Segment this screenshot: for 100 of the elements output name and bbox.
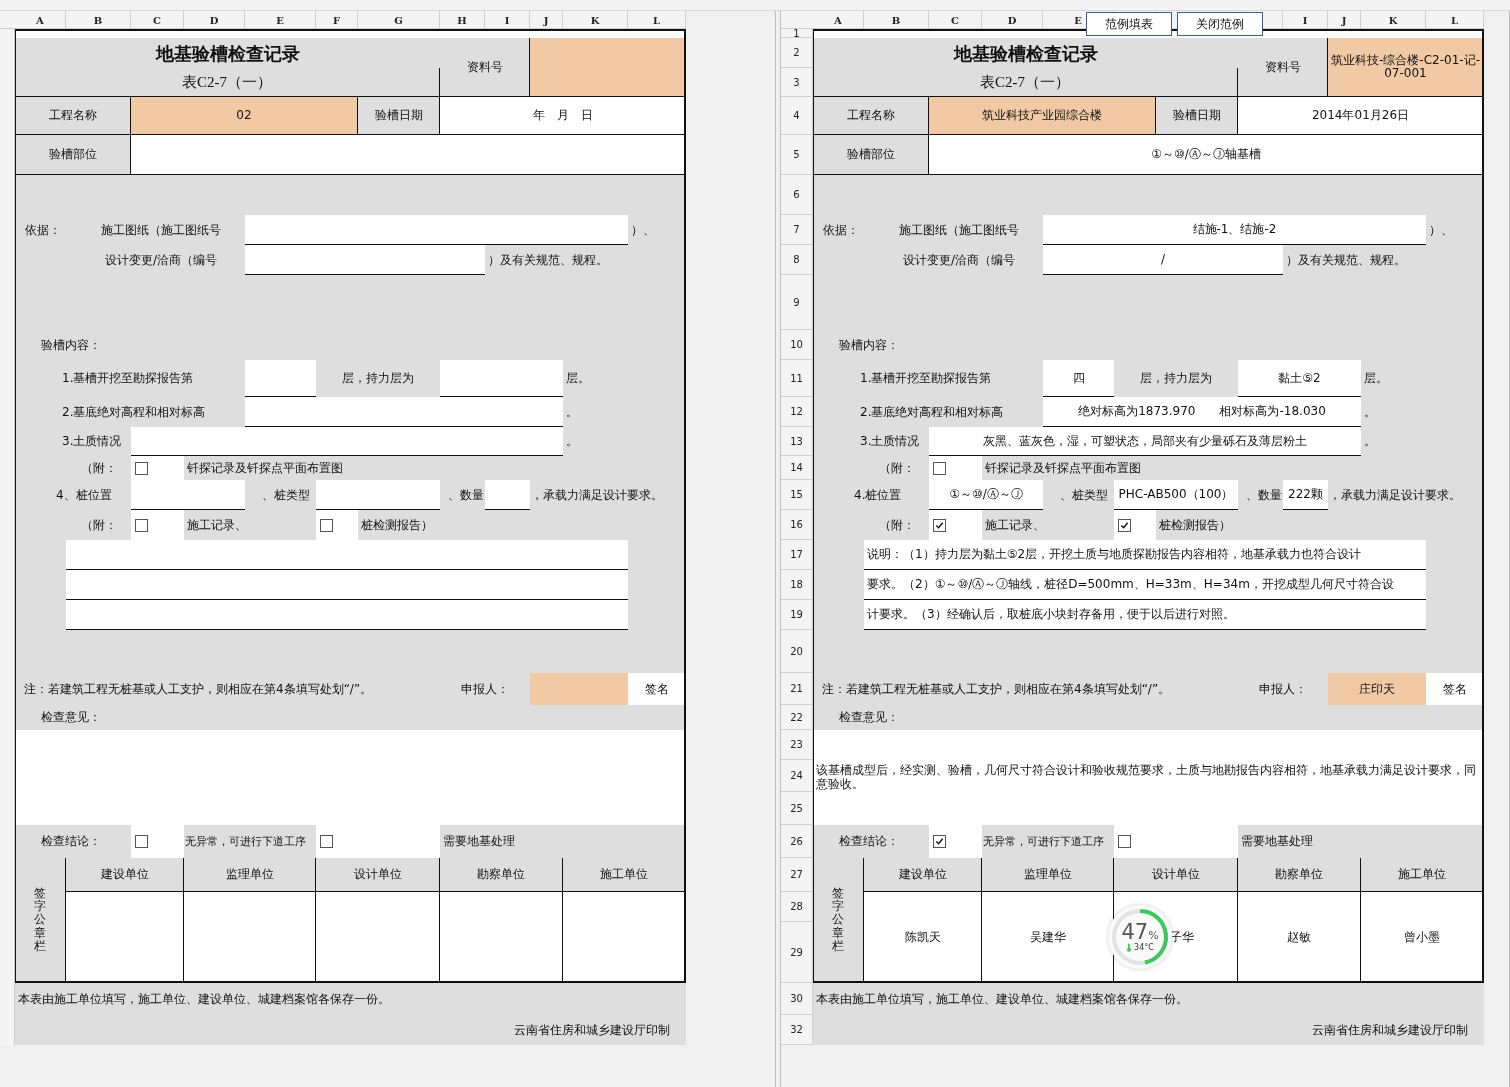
column-heading: 监理单位 <box>982 858 1114 892</box>
form-code: 表C2-7（一） <box>813 68 1238 97</box>
column-header[interactable]: D <box>209 14 219 26</box>
column-heading: 设计单位 <box>316 858 440 892</box>
row-header[interactable]: 27 <box>781 858 813 892</box>
opinion-text: 该基槽成型后，经实测、验槽，几何尺寸符合设计和验收规范要求，土质与地勘报告内容相符，地基承载力满足设计要求，同意验收。 <box>813 730 1484 825</box>
column-header[interactable]: C <box>951 14 959 26</box>
row-header[interactable]: 16 <box>781 510 813 540</box>
temperature-reading: 34°C <box>1134 942 1154 953</box>
row-header[interactable]: 7 <box>781 215 813 245</box>
column-header[interactable]: L <box>653 14 660 26</box>
checkbox[interactable] <box>320 518 333 532</box>
row-header[interactable]: 19 <box>781 600 813 630</box>
column-header[interactable]: I <box>1302 14 1308 26</box>
column-header[interactable]: K <box>1388 14 1398 26</box>
row-header[interactable]: 25 <box>781 792 813 825</box>
signer-name: 曾小墨 <box>1404 929 1440 945</box>
column-header[interactable]: A <box>834 14 842 26</box>
field-label: 工程名称 <box>15 97 131 135</box>
checkbox[interactable] <box>1118 835 1131 848</box>
column-header[interactable]: K <box>590 14 600 26</box>
sheet-button[interactable]: 范例填表 <box>1086 12 1172 36</box>
row-header[interactable]: 18 <box>781 570 813 600</box>
column-header[interactable]: G <box>394 14 403 26</box>
project-field: 筑业科技产业园综合楼 <box>929 97 1156 135</box>
row-header[interactable]: 6 <box>781 175 813 215</box>
checkbox[interactable] <box>135 461 148 475</box>
row-header[interactable]: 20 <box>781 630 813 673</box>
column-header[interactable]: A <box>36 14 44 26</box>
row-header[interactable]: 22 <box>781 705 813 730</box>
form-field <box>245 360 316 397</box>
usage-widget[interactable]: 47% 34°C <box>1108 905 1172 969</box>
row-header[interactable]: 10 <box>781 330 813 360</box>
row-header[interactable]: 26 <box>781 825 813 858</box>
checkbox[interactable] <box>135 518 148 532</box>
sign-label: 签名 <box>1426 673 1484 705</box>
row-header[interactable]: 12 <box>781 397 813 427</box>
column-heading: 监理单位 <box>184 858 316 892</box>
column-header[interactable]: F <box>332 14 341 26</box>
row-header[interactable]: 21 <box>781 673 813 705</box>
row-header[interactable]: 15 <box>781 480 813 510</box>
column-header[interactable]: H <box>457 14 467 26</box>
column-header[interactable]: B <box>891 14 901 26</box>
form-field: 222颗 <box>1283 480 1328 510</box>
checkbox[interactable] <box>320 835 333 848</box>
checkbox[interactable] <box>933 518 946 532</box>
column-header[interactable]: J <box>1341 14 1347 26</box>
row-header[interactable]: 23 <box>781 730 813 760</box>
checkbox[interactable] <box>933 835 946 848</box>
signer-name: 吴建华 <box>1029 929 1066 945</box>
column-heading: 建设单位 <box>66 858 184 892</box>
field-label: 工程名称 <box>813 97 929 135</box>
row-header[interactable]: 8 <box>781 245 813 275</box>
checkbox[interactable] <box>1118 518 1131 532</box>
row-header[interactable]: 1 <box>781 29 813 38</box>
field-label: 资料号 <box>1238 38 1328 97</box>
row-header[interactable]: 9 <box>781 275 813 330</box>
field-label: 验槽日期 <box>358 97 440 135</box>
row-header[interactable]: 30 <box>781 983 813 1015</box>
doc-number-field: 筑业科技-综合楼-C2-01-记-07-001 <box>1328 38 1484 97</box>
row-header[interactable]: 32 <box>781 1015 813 1045</box>
checkbox[interactable] <box>933 461 946 475</box>
row-header[interactable]: 4 <box>781 97 813 135</box>
row-header[interactable]: 29 <box>781 922 813 983</box>
row-header[interactable]: 17 <box>781 540 813 570</box>
form-field: 灰黑、蓝灰色，湿，可塑状态，局部夹有少量砾石及薄层粉土 <box>929 427 1361 456</box>
row-header[interactable]: 11 <box>781 360 813 397</box>
column-heading: 勘察单位 <box>1238 858 1361 892</box>
column-heading: 建设单位 <box>864 858 982 892</box>
row-header[interactable]: 5 <box>781 135 813 175</box>
row-header[interactable]: 24 <box>781 760 813 792</box>
column-header[interactable]: E <box>1074 14 1082 26</box>
form-field: 绝对标高为1873.970 相对标高为-18.030 <box>1043 397 1361 427</box>
field-label: 资料号 <box>440 38 530 97</box>
form-field <box>485 480 530 510</box>
column-header[interactable]: E <box>276 14 284 26</box>
field-label: 验槽日期 <box>1156 97 1238 135</box>
row-header[interactable]: 2 <box>781 38 813 68</box>
row-header[interactable]: 28 <box>781 892 813 922</box>
form-field: PHC-AB500（100） <box>1114 480 1238 510</box>
sheet-button[interactable]: 关闭范例 <box>1177 12 1263 36</box>
column-header[interactable]: D <box>1007 14 1017 26</box>
field-label: 验槽部位 <box>813 135 929 175</box>
column-header[interactable]: L <box>1451 14 1458 26</box>
column-header[interactable]: J <box>543 14 549 26</box>
row-header[interactable]: 3 <box>781 68 813 97</box>
signer-name: 陈凯天 <box>904 929 941 945</box>
signer-name: 赵敏 <box>1287 929 1311 945</box>
form-field: / <box>1043 245 1283 275</box>
row-header[interactable]: 13 <box>781 427 813 456</box>
form-field: 结施-1、结施-2 <box>1043 215 1426 245</box>
column-header[interactable]: B <box>93 14 103 26</box>
checkbox[interactable] <box>135 835 148 848</box>
column-header[interactable]: I <box>504 14 510 26</box>
form-field: ①～⑩/Ⓐ～Ⓙ <box>929 480 1043 510</box>
row-header[interactable]: 14 <box>781 456 813 480</box>
column-heading: 设计单位 <box>1114 858 1238 892</box>
field-label: 验槽部位 <box>15 135 131 175</box>
date-field: 2014年01月26日 <box>1238 97 1484 135</box>
column-header[interactable]: C <box>153 14 161 26</box>
